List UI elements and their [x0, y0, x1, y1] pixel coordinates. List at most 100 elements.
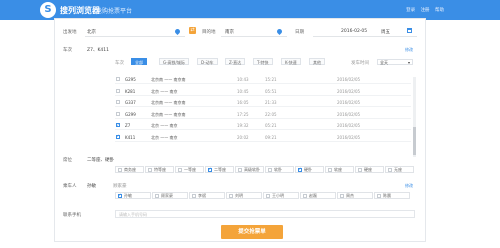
passenger-option[interactable]: 周杰 [337, 192, 373, 199]
train-checkbox[interactable] [116, 88, 120, 93]
tab-tekuai[interactable]: T-特快 [253, 58, 273, 65]
travel-date: 2016/02/05 [337, 134, 361, 140]
train-route: 北京 —— 南京 [151, 88, 178, 94]
seat-option[interactable]: 一等座 [175, 166, 204, 173]
from-underline [85, 36, 185, 37]
seat-option[interactable]: 特等座 [145, 166, 174, 173]
train-code: K281 [125, 88, 136, 94]
passenger-checkbox[interactable] [377, 193, 381, 198]
register-link[interactable]: 注册 [421, 8, 430, 13]
seat-option[interactable]: 硬卧 [295, 166, 324, 173]
depart-time: 17:25 [237, 111, 249, 117]
table-row[interactable]: G295 北京南 —— 南京南 10:43 15:21 2016/02/05 [115, 75, 411, 84]
passenger-checkbox[interactable] [118, 192, 122, 198]
to-input[interactable]: 南京 [225, 29, 234, 35]
depart-time: 19:32 [237, 123, 249, 128]
train-route: 北京 —— 南京 [151, 134, 178, 140]
top-bar: S 搜列浏览器 抢购抢票平台 登录 注册 帮助 [0, 0, 500, 20]
train-route: 北京 —— 南京 [151, 123, 178, 128]
seat-label: 二等座 [214, 167, 226, 172]
tab-all[interactable]: 全部 [131, 58, 147, 65]
train-code: G337 [125, 100, 136, 105]
seat-checkbox[interactable] [358, 167, 362, 172]
logo-icon: S [40, 2, 56, 18]
seat-option[interactable]: 高级软卧 [235, 166, 264, 173]
seat-option[interactable]: 商务座 [115, 166, 144, 173]
time-select[interactable]: 全天 ▾ [377, 59, 413, 65]
to-label: 目的地 [202, 30, 216, 35]
train-code: K411 [125, 134, 136, 140]
passenger-checkbox[interactable] [266, 193, 270, 198]
booking-form: 出发地 北京 ⇄ 目的地 南京 日期 2016-02-05 周五 车次 Z7、K… [54, 18, 426, 242]
to-underline [221, 36, 287, 37]
trains-edit-link[interactable]: 修改 [405, 47, 413, 53]
train-checkbox[interactable] [116, 122, 120, 127]
passenger-checkbox[interactable] [155, 193, 159, 198]
travel-date: 2016/02/05 [337, 77, 361, 82]
seat-checkbox[interactable] [298, 166, 302, 172]
passenger-option[interactable]: 孙敏 [115, 192, 151, 199]
date-input[interactable]: 2016-02-05 [341, 29, 367, 34]
date-underline [313, 36, 417, 37]
login-link[interactable]: 登录 [406, 8, 415, 13]
seat-checkbox[interactable] [268, 167, 272, 172]
passengers-edit-link[interactable]: 修改 [405, 183, 413, 189]
weekday-text: 周五 [381, 30, 390, 35]
table-row[interactable]: K411 北京 —— 南京 20:02 09:21 2016/02/05 [115, 133, 411, 142]
from-location-icon[interactable] [173, 27, 182, 36]
passenger-option[interactable]: 王小明 [263, 192, 299, 199]
seat-label: 软座 [334, 167, 342, 172]
scroll-thumb[interactable] [413, 127, 416, 155]
passenger-option[interactable]: 顾家豪 [152, 192, 188, 199]
table-row[interactable]: K281 北京 —— 南京 10:45 05:51 2016/02/05 [115, 87, 411, 96]
passenger-checkbox[interactable] [192, 193, 196, 198]
train-code: G295 [125, 77, 136, 82]
train-checkbox[interactable] [116, 111, 120, 116]
seat-checkbox[interactable] [118, 167, 122, 172]
seat-option[interactable]: 软卧 [265, 166, 294, 173]
seat-checkbox[interactable] [208, 166, 212, 172]
train-route: 北京南 —— 南京南 [151, 111, 186, 117]
arrive-time: 21:33 [265, 100, 277, 105]
passenger-option[interactable]: 刘明 [226, 192, 262, 199]
seat-option[interactable]: 硬座 [355, 166, 384, 173]
seat-checkbox[interactable] [388, 167, 392, 172]
tab-dongche[interactable]: D-动车 [197, 58, 218, 65]
arrive-time: 15:21 [265, 77, 277, 82]
travel-date: 2016/02/05 [337, 100, 361, 105]
tab-zhida[interactable]: Z-直达 [225, 58, 246, 65]
passenger-option[interactable]: 赵磊 [300, 192, 336, 199]
train-checkbox[interactable] [116, 133, 120, 139]
seat-checkbox[interactable] [178, 167, 182, 172]
seat-option[interactable]: 二等座 [205, 166, 234, 173]
train-route: 北京南 —— 南京南 [151, 100, 186, 105]
train-list-scrollbar[interactable] [413, 77, 416, 157]
table-row[interactable]: G299 北京南 —— 南京南 17:25 22:05 2016/02/05 [115, 110, 411, 119]
table-row[interactable]: G337 北京南 —— 南京南 16:05 21:33 2016/02/05 [115, 98, 411, 107]
trains-selected: Z7、K411 [87, 48, 109, 53]
passenger-checkbox[interactable] [303, 193, 307, 198]
tab-gaotie[interactable]: G-高铁/城际 [159, 58, 189, 65]
passenger-checkbox[interactable] [229, 193, 233, 198]
help-link[interactable]: 帮助 [435, 8, 444, 13]
phone-input[interactable]: 请输入手机号码 [115, 210, 415, 218]
swap-route-button[interactable]: ⇄ [189, 27, 196, 34]
seat-option[interactable]: 软座 [325, 166, 354, 173]
seat-checkbox[interactable] [148, 167, 152, 172]
arrive-time: 22:05 [265, 111, 277, 117]
passenger-option[interactable]: 李斌 [189, 192, 225, 199]
submit-button[interactable]: 提交抢票单 [221, 225, 283, 239]
seat-checkbox[interactable] [238, 167, 242, 172]
tab-kuaisu[interactable]: K-快速 [281, 58, 301, 65]
passenger-option[interactable]: 陈晨 [374, 192, 410, 199]
train-checkbox[interactable] [116, 77, 120, 81]
seat-checkbox[interactable] [328, 167, 332, 172]
seat-option[interactable]: 无座 [385, 166, 414, 173]
passenger-checkbox[interactable] [340, 193, 344, 198]
table-row[interactable]: Z7 北京 —— 南京 19:32 05:21 2016/02/05 [115, 121, 411, 130]
tab-other[interactable]: 其他 [309, 58, 325, 65]
train-checkbox[interactable] [116, 100, 120, 104]
from-input[interactable]: 北京 [87, 29, 96, 35]
to-location-icon[interactable] [275, 27, 284, 36]
calendar-icon[interactable] [407, 28, 412, 33]
